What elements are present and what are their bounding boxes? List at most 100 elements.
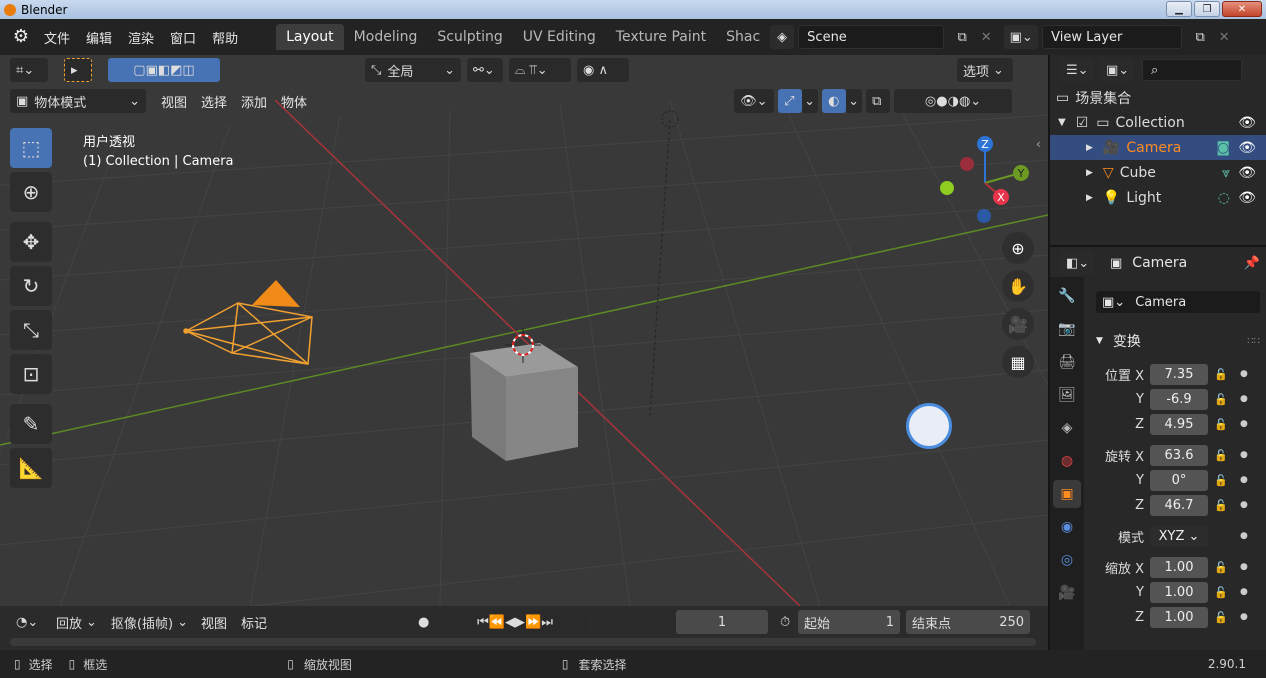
timeline-menu-view[interactable]: 视图 [194, 613, 234, 632]
outliner-item-light[interactable]: ▶ 💡 Light ◌ 👁 [1050, 185, 1266, 210]
snapping-icon[interactable]: ⌓ ⫪⌄ [509, 58, 571, 82]
keying-dropdown[interactable]: 抠像(插帧) ⌄ [111, 610, 188, 634]
drag-handle-icon[interactable]: ∷∷ [1247, 336, 1260, 347]
tool-tab-icon[interactable]: 🔧 [1053, 282, 1081, 310]
menu-edit[interactable]: 编辑 [78, 28, 120, 47]
outliner-collection-row[interactable]: ▼ ☑ ▭ Collection 👁 [1050, 110, 1266, 135]
record-icon[interactable]: ● [412, 610, 436, 634]
keyframe-dot-icon[interactable]: ● [1240, 475, 1248, 485]
light-data-icon[interactable]: ◌ [1218, 190, 1230, 206]
scene-selector-icon[interactable]: ◈ [770, 25, 795, 49]
properties-editor-icon[interactable]: ◧⌄ [1060, 251, 1094, 275]
outliner-scene-collection[interactable]: ▭ 场景集合 [1050, 85, 1266, 110]
minimize-button[interactable]: ▁ [1166, 1, 1192, 17]
menu-file[interactable]: 文件 [36, 28, 78, 47]
physics-tab-icon[interactable]: ◎ [1053, 546, 1081, 574]
keyframe-dot-icon[interactable]: ● [1240, 500, 1248, 510]
tab-layout[interactable]: Layout [276, 24, 344, 50]
keyframe-dot-icon[interactable]: ● [1240, 369, 1248, 379]
transform-tool-icon[interactable]: ⊡ [10, 354, 52, 394]
gizmo-toggle-icon[interactable]: ⤢ [778, 89, 803, 113]
world-tab-icon[interactable]: ◍ [1053, 447, 1081, 475]
rotate-tool-icon[interactable]: ↻ [10, 266, 52, 306]
keyframe-dot-icon[interactable]: ● [1240, 450, 1248, 460]
orientation-dropdown[interactable]: ⤡ 全局 ⌄ [365, 58, 461, 82]
view-layer-tab-icon[interactable]: 🖼 [1053, 381, 1081, 409]
lock-icon[interactable]: 🔓 [1214, 393, 1228, 406]
modifier-tab-icon[interactable]: ◉ [1053, 513, 1081, 541]
gizmo-neg-y[interactable] [940, 181, 954, 195]
start-frame-field[interactable]: 起始 1 [798, 610, 901, 634]
outliner-item-camera[interactable]: ▶ 🎥 Camera ◙ 👁 [1050, 135, 1266, 160]
camera-object[interactable] [183, 280, 313, 365]
view-layer-field[interactable]: View Layer [1042, 25, 1183, 49]
lock-icon[interactable]: 🔓 [1214, 611, 1228, 624]
outliner-editor-icon[interactable]: ☰⌄ [1060, 58, 1094, 82]
outliner-item-cube[interactable]: ▶ ▽ Cube ⩔ 👁 [1050, 160, 1266, 185]
select-box-tool-icon[interactable]: ⬚ [10, 128, 52, 168]
scale-y-field[interactable]: 1.00 [1150, 581, 1208, 603]
shading-mode-icons[interactable]: ◎●◑◍⌄ [894, 89, 1013, 113]
scale-tool-icon[interactable]: ⤡ [10, 310, 52, 350]
timeline-scrollbar[interactable] [10, 638, 1036, 646]
delete-view-layer-icon[interactable]: ✕ [1212, 25, 1236, 49]
tab-texture-paint[interactable]: Texture Paint [606, 24, 716, 50]
end-frame-field[interactable]: 结束点 250 [906, 610, 1031, 634]
sidebar-toggle-icon[interactable]: ‹ [1036, 137, 1041, 151]
selection-mode-icons[interactable]: ▢▣◧◩◫ [108, 58, 220, 82]
checkbox-icon[interactable]: ☑ [1076, 115, 1089, 131]
chevron-down-icon[interactable]: ⌄ [802, 89, 819, 113]
stopwatch-icon[interactable]: ⏱ [774, 610, 798, 634]
scale-x-field[interactable]: 1.00 [1150, 556, 1208, 578]
playback-dropdown[interactable]: 回放 ⌄ [56, 610, 97, 634]
menu-help[interactable]: 帮助 [204, 28, 246, 47]
assistant-avatar-icon[interactable] [906, 403, 952, 449]
output-tab-icon[interactable]: 🖨 [1053, 348, 1081, 376]
cursor-tool-icon[interactable]: ⊕ [10, 172, 52, 212]
new-scene-icon[interactable]: ⧉ [950, 25, 974, 49]
maximize-button[interactable]: ❐ [1194, 1, 1220, 17]
datablock-selector[interactable]: ▣⌄ Camera [1096, 291, 1260, 313]
playback-controls[interactable]: ⏮⏪◀▶⏩⏭ [442, 610, 589, 634]
gizmo-neg-z[interactable] [977, 209, 991, 223]
3d-viewport[interactable]: ⌗⌄ ▸ ▢▣◧◩◫ ⤡ 全局 ⌄ ⚯⌄ ⌓ ⫪⌄ ◉ ∧ 选项 ⌄ ▣ 物体模… [0, 55, 1048, 606]
proportional-editing-icon[interactable]: ◉ ∧ [577, 58, 629, 82]
lock-icon[interactable]: 🔓 [1214, 474, 1228, 487]
measure-tool-icon[interactable]: 📐 [10, 448, 52, 488]
move-tool-icon[interactable]: ✥ [10, 222, 52, 262]
menu-object[interactable]: 物体 [274, 92, 314, 111]
menu-render[interactable]: 渲染 [120, 28, 162, 47]
navigation-gizmo[interactable]: Z Y X [930, 133, 1040, 233]
eye-icon[interactable]: 👁 [1238, 140, 1256, 156]
close-button[interactable]: ✕ [1222, 1, 1262, 17]
eye-icon[interactable]: 👁 [1238, 165, 1256, 181]
location-z-field[interactable]: 4.95 [1150, 413, 1208, 435]
menu-select[interactable]: 选择 [194, 92, 234, 111]
transform-pivot-icon[interactable]: ⌗⌄ [10, 58, 48, 82]
options-dropdown[interactable]: 选项 ⌄ [957, 58, 1013, 82]
keyframe-dot-icon[interactable]: ● [1240, 419, 1248, 429]
camera-data-icon[interactable]: ◙ [1216, 140, 1230, 156]
editor-type-icon[interactable]: ◔⌄ [10, 610, 46, 634]
new-view-layer-icon[interactable]: ⧉ [1188, 25, 1212, 49]
lock-icon[interactable]: 🔓 [1214, 449, 1228, 462]
view-layer-selector-icon[interactable]: ▣⌄ [1004, 25, 1039, 49]
overlays-toggle-icon[interactable]: ◐ [822, 89, 847, 113]
location-y-field[interactable]: -6.9 [1150, 388, 1208, 410]
zoom-icon[interactable]: ⊕ [1002, 232, 1034, 264]
mesh-data-icon[interactable]: ⩔ [1222, 165, 1230, 181]
keyframe-dot-icon[interactable]: ● [1240, 587, 1248, 597]
annotate-tool-icon[interactable]: ✎ [10, 404, 52, 444]
lock-icon[interactable]: 🔓 [1214, 499, 1228, 512]
render-tab-icon[interactable]: 📷 [1053, 315, 1081, 343]
keyframe-dot-icon[interactable]: ● [1240, 394, 1248, 404]
menu-view[interactable]: 视图 [154, 92, 194, 111]
scale-z-field[interactable]: 1.00 [1150, 606, 1208, 628]
delete-scene-icon[interactable]: ✕ [974, 25, 998, 49]
scene-tab-icon[interactable]: ◈ [1053, 414, 1081, 442]
blender-menu-icon[interactable]: ⚙ [10, 26, 32, 48]
tab-sculpting[interactable]: Sculpting [427, 24, 512, 50]
gizmo-neg-x[interactable] [960, 157, 974, 171]
eye-icon[interactable]: 👁 [1238, 190, 1256, 206]
display-mode-icon[interactable]: ▣⌄ [1100, 58, 1134, 82]
